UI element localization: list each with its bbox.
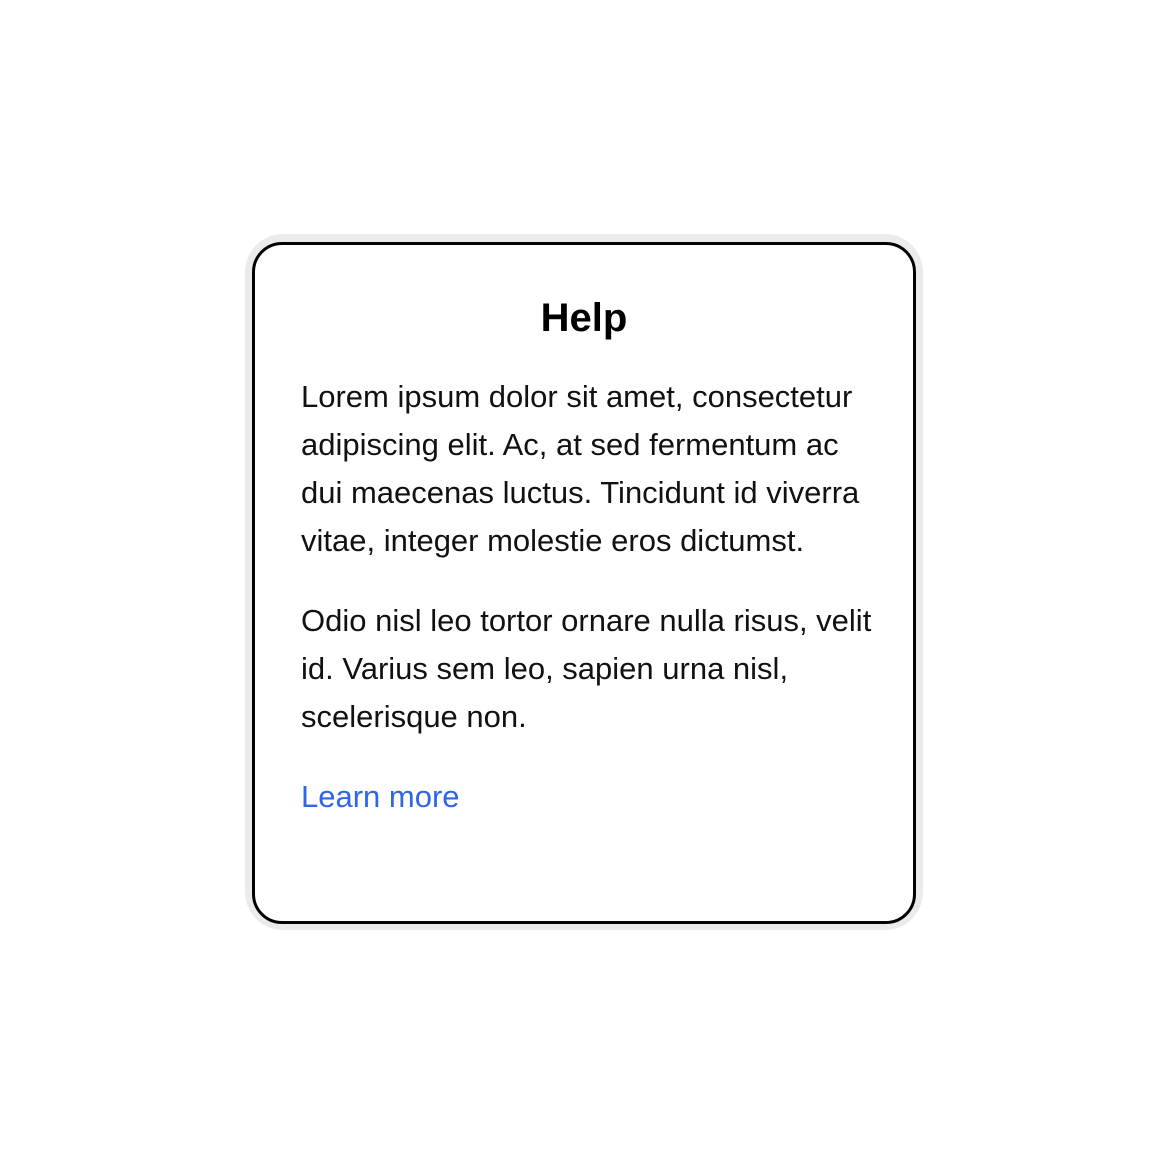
learn-more-link[interactable]: Learn more	[301, 773, 460, 821]
card-body: Lorem ipsum dolor sit amet, consectetur …	[301, 373, 881, 821]
help-card: Help Lorem ipsum dolor sit amet, consect…	[252, 242, 916, 924]
page: Help Lorem ipsum dolor sit amet, consect…	[0, 0, 1168, 1168]
card-paragraph-2: Odio nisl leo tortor ornare nulla risus,…	[301, 603, 872, 734]
card-title: Help	[540, 296, 628, 340]
card-paragraph-1: Lorem ipsum dolor sit amet, consectetur …	[301, 379, 860, 558]
